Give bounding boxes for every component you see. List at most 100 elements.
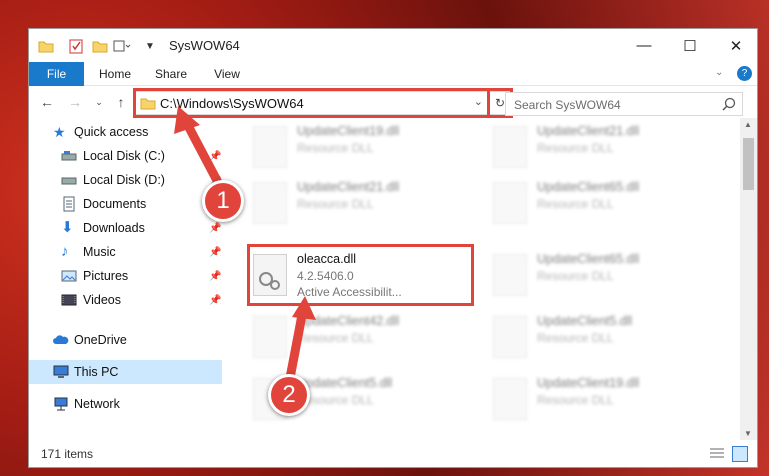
status-bar: 171 items <box>29 441 757 467</box>
sidebar-item-onedrive[interactable]: OneDrive <box>29 328 222 352</box>
sidebar-item-label: Local Disk (C:) <box>83 149 165 163</box>
sidebar-item-pictures[interactable]: Pictures 📌 <box>29 264 222 288</box>
scroll-down-icon[interactable]: ▼ <box>744 429 752 438</box>
sidebar-item-videos[interactable]: Videos 📌 <box>29 288 222 312</box>
file-item[interactable]: UpdateClient21.dll Resource DLL <box>249 176 479 232</box>
explorer-window: ▼ SysWOW64 — ☐ ✕ File Home Share View ⌄ … <box>28 28 758 468</box>
callout-2: 2 <box>268 374 310 416</box>
file-name: UpdateClient65.dll <box>537 252 640 266</box>
dll-file-icon <box>493 378 527 420</box>
chevron-down-icon[interactable]: ▼ <box>141 37 159 55</box>
download-icon: ⬇ <box>61 219 74 236</box>
star-icon: ★ <box>53 124 66 140</box>
folder-icon <box>37 37 55 55</box>
maximize-button[interactable]: ☐ <box>667 29 713 62</box>
file-name: UpdateClient42.dll <box>297 314 400 328</box>
file-type: Resource DLL <box>297 141 374 155</box>
dll-file-icon <box>493 126 527 168</box>
file-item[interactable]: UpdateClient21.dll Resource DLL <box>489 120 719 176</box>
dll-file-icon <box>253 182 287 224</box>
sidebar-item-label: Local Disk (D:) <box>83 173 165 187</box>
file-type: Resource DLL <box>297 331 374 345</box>
pictures-icon <box>61 268 77 284</box>
minimize-button[interactable]: — <box>621 29 667 62</box>
search-icon <box>722 97 736 114</box>
documents-icon <box>61 196 77 212</box>
drive-icon <box>61 148 77 164</box>
expand-ribbon-icon[interactable]: ⌄ <box>715 67 723 78</box>
recent-locations-icon[interactable]: ⌄ <box>91 94 107 110</box>
sidebar-item-music[interactable]: ♪ Music 📌 <box>29 240 222 264</box>
title-bar: ▼ SysWOW64 — ☐ ✕ <box>29 29 757 62</box>
dll-file-icon <box>253 316 287 358</box>
scroll-up-icon[interactable]: ▲ <box>744 120 752 129</box>
sidebar-item-network[interactable]: Network <box>29 392 222 416</box>
tab-home[interactable]: Home <box>93 62 137 86</box>
file-list: UpdateClient19.dll Resource DLL UpdateCl… <box>239 118 739 443</box>
window-title: SysWOW64 <box>169 38 240 53</box>
tab-view[interactable]: View <box>205 62 249 86</box>
vertical-scrollbar[interactable]: ▲ ▼ <box>740 118 757 440</box>
file-type: Resource DLL <box>537 331 614 345</box>
search-placeholder: Search SysWOW64 <box>514 98 621 112</box>
file-type: Resource DLL <box>297 197 374 211</box>
item-count: 171 items <box>41 447 94 461</box>
sidebar-item-label: Downloads <box>83 221 145 235</box>
sidebar-item-label: This PC <box>74 365 119 379</box>
file-type: Resource DLL <box>537 393 614 407</box>
tab-share[interactable]: Share <box>149 62 193 86</box>
file-item[interactable]: UpdateClient5.dll Resource DLL <box>489 310 719 366</box>
help-icon[interactable]: ? <box>737 66 752 81</box>
file-item[interactable]: UpdateClient19.dll Resource DLL <box>249 120 479 176</box>
forward-arrow-icon[interactable]: → <box>67 94 83 110</box>
file-name: UpdateClient19.dll <box>297 124 400 138</box>
pin-icon: 📌 <box>209 294 222 306</box>
properties-icon[interactable] <box>67 37 85 55</box>
pin-icon: 📌 <box>209 246 222 258</box>
search-input[interactable]: Search SysWOW64 <box>505 92 743 116</box>
navigation-bar: ← → ⌄ ↑ C:\Windows\SysWOW64 ⌄ ↻ Search S… <box>29 86 757 118</box>
file-name: UpdateClient19.dll <box>537 376 640 390</box>
sidebar-item-this-pc[interactable]: This PC <box>29 360 222 384</box>
file-item[interactable]: UpdateClient42.dll Resource DLL <box>249 310 479 366</box>
pin-icon: 📌 <box>209 150 222 162</box>
cloud-icon <box>53 332 69 348</box>
pin-icon: 📌 <box>209 270 222 282</box>
videos-icon <box>61 292 77 308</box>
file-name: UpdateClient65.dll <box>537 180 640 194</box>
dll-file-icon <box>493 182 527 224</box>
pin-icon: 📌 <box>209 222 222 234</box>
dll-file-icon <box>253 126 287 168</box>
dll-file-icon <box>493 254 527 296</box>
sidebar-item-label: Documents <box>83 197 147 211</box>
ribbon-tabs: File Home Share View ⌄ ? <box>29 62 757 86</box>
new-folder-icon[interactable] <box>91 37 109 55</box>
sidebar-item-documents[interactable]: Documents 📌 <box>29 192 222 216</box>
tab-file[interactable]: File <box>29 62 84 86</box>
sidebar-item-local-disk-c[interactable]: Local Disk (C:) 📌 <box>29 144 222 168</box>
file-item[interactable]: UpdateClient19.dll Resource DLL <box>489 372 719 428</box>
file-item[interactable]: UpdateClient65.dll Resource DLL <box>489 248 719 304</box>
sidebar-item-label: Videos <box>83 293 121 307</box>
sidebar-item-quick-access[interactable]: ★ Quick access <box>29 120 222 144</box>
file-type: Resource DLL <box>537 141 614 155</box>
sidebar-item-label: Music <box>83 245 116 259</box>
sidebar-item-label: Pictures <box>83 269 129 283</box>
file-item[interactable]: UpdateClient65.dll Resource DLL <box>489 176 719 232</box>
file-name: UpdateClient21.dll <box>297 180 400 194</box>
sidebar-item-label: Quick access <box>74 125 149 139</box>
file-highlight <box>247 244 474 306</box>
back-arrow-icon[interactable]: ← <box>39 94 55 110</box>
sidebar-item-local-disk-d[interactable]: Local Disk (D:) 📌 <box>29 168 222 192</box>
close-button[interactable]: ✕ <box>713 29 757 62</box>
sidebar-item-downloads[interactable]: ⬇ Downloads 📌 <box>29 216 222 240</box>
details-view-icon[interactable] <box>709 447 725 464</box>
file-name: UpdateClient21.dll <box>537 124 640 138</box>
dll-file-icon <box>493 316 527 358</box>
navigation-pane: ★ Quick access Local Disk (C:) 📌 Local D… <box>29 118 222 443</box>
file-name: UpdateClient5.dll <box>297 376 393 390</box>
tiles-view-icon[interactable] <box>732 446 748 462</box>
customize-toolbar-icon[interactable] <box>113 37 131 55</box>
up-arrow-icon[interactable]: ↑ <box>113 94 129 110</box>
scrollbar-thumb[interactable] <box>743 138 754 190</box>
